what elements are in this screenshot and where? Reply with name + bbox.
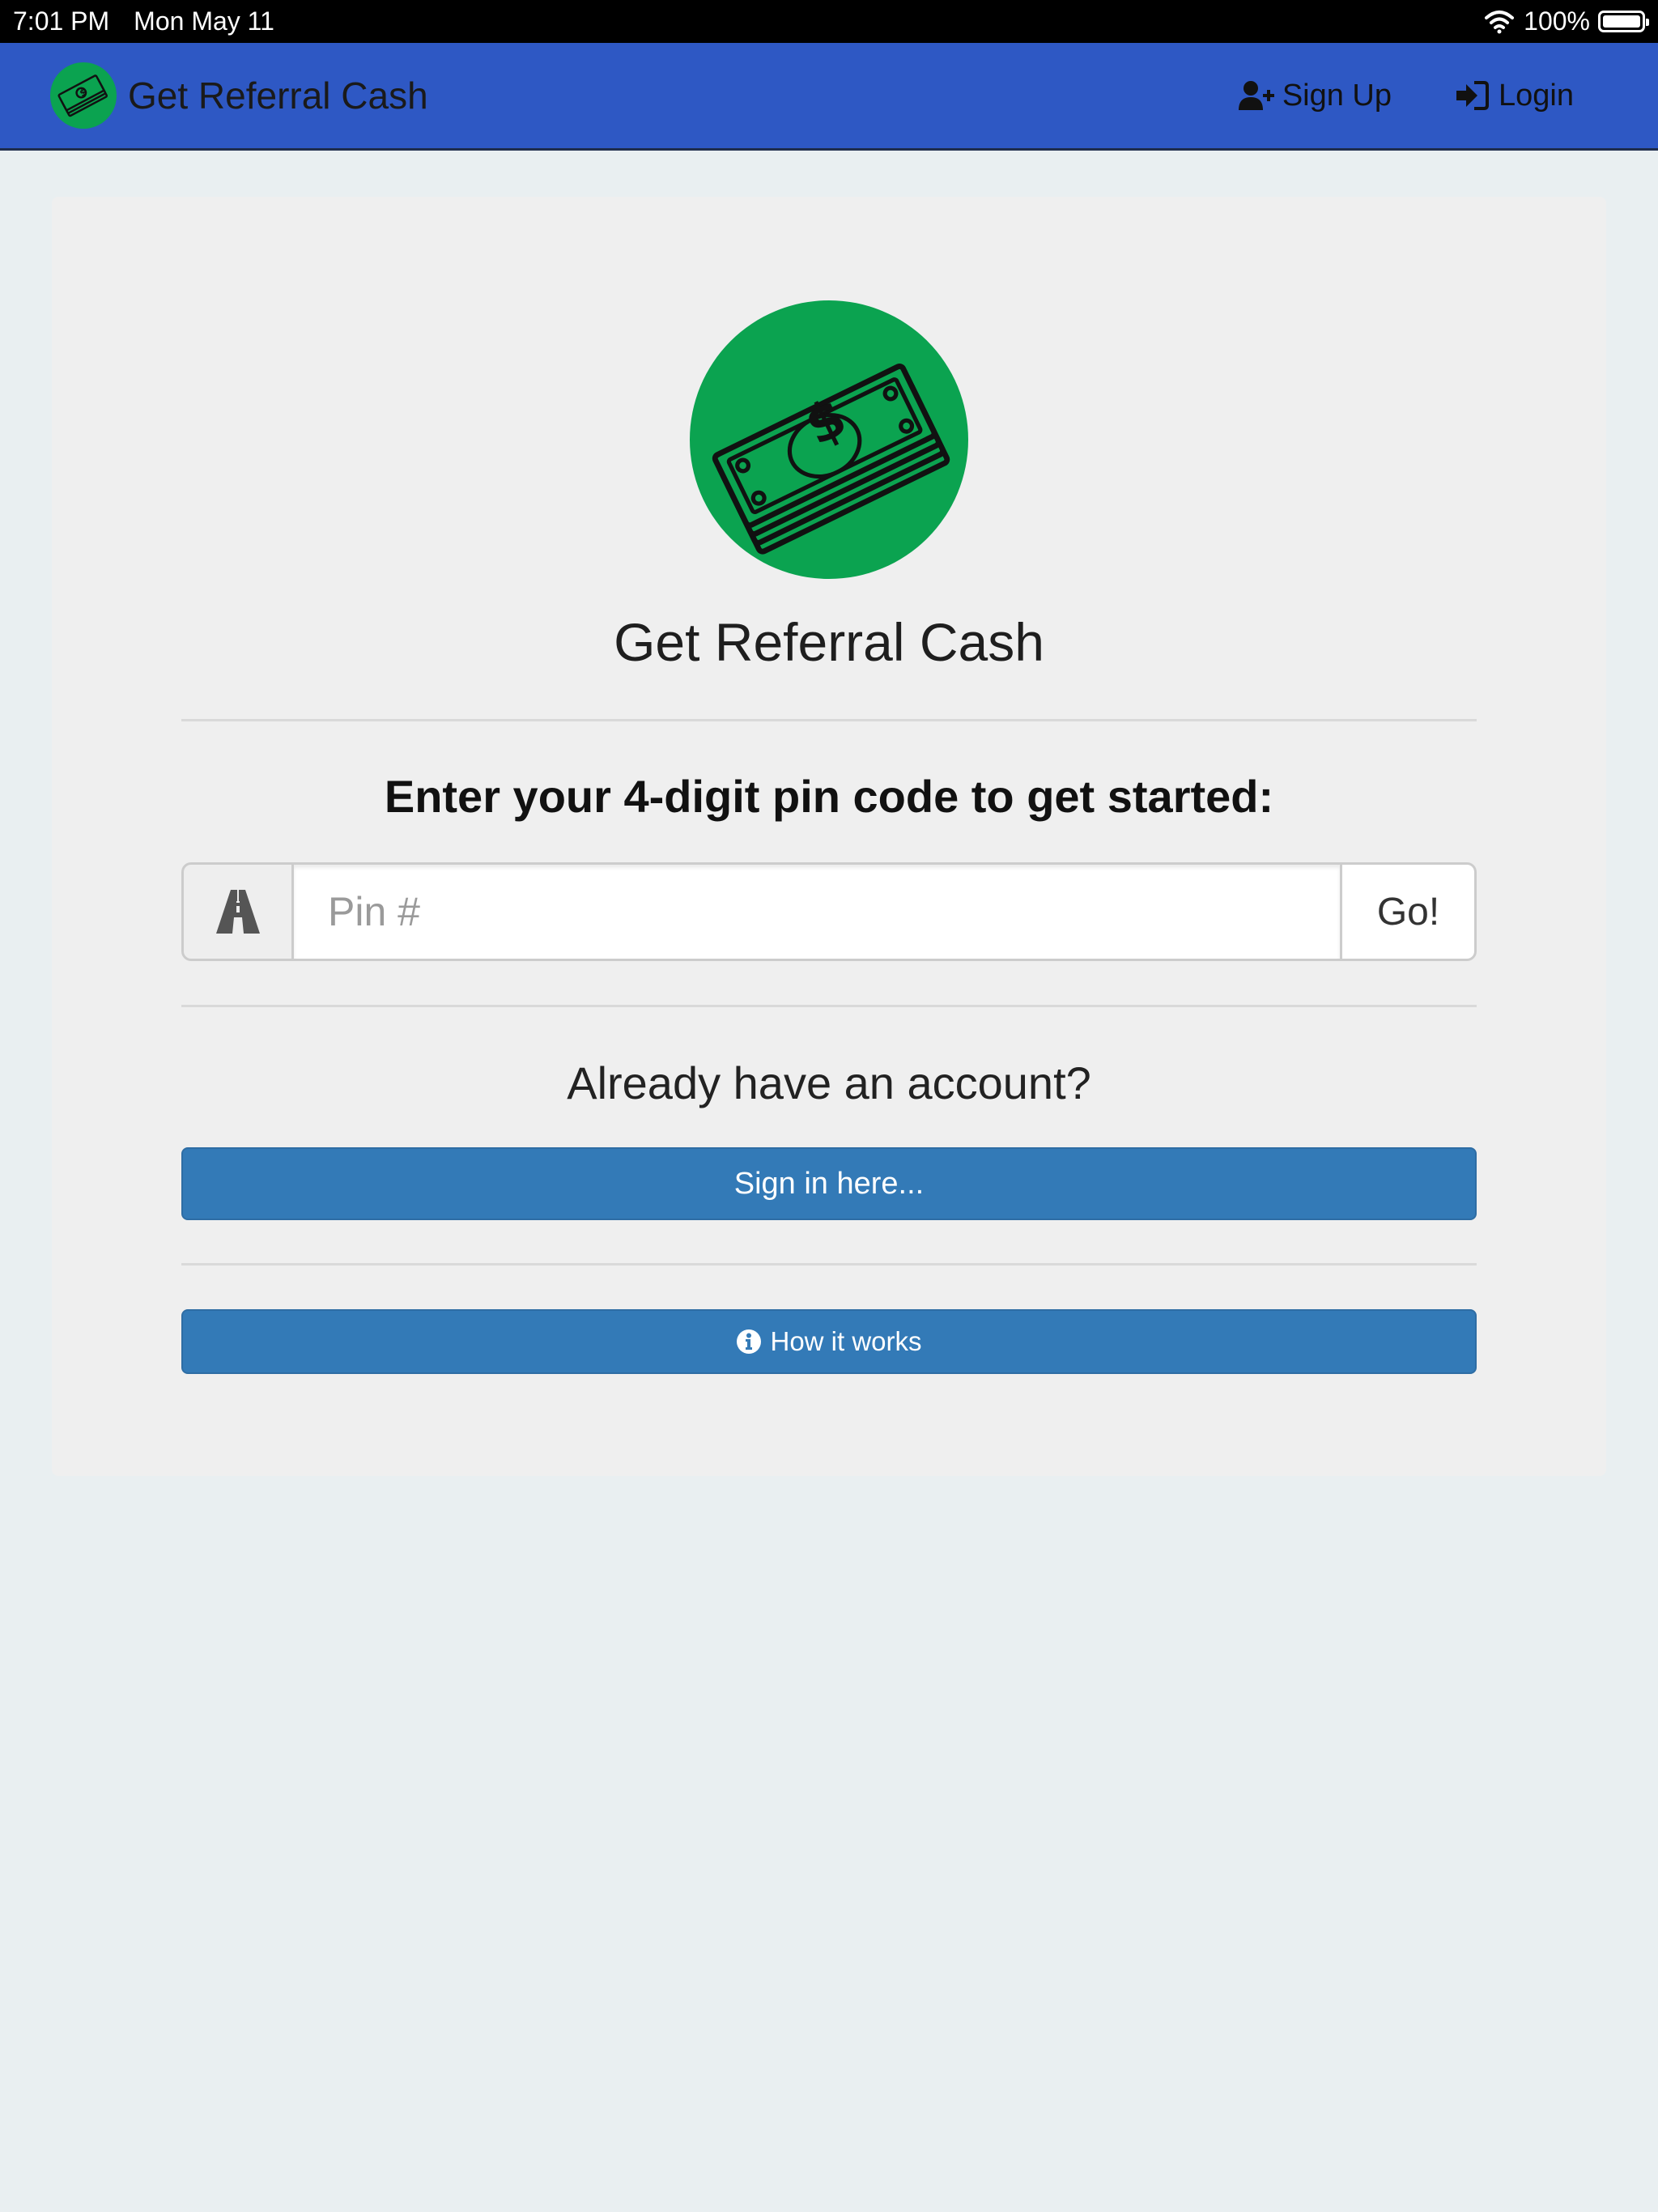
status-right: 100% (1483, 6, 1649, 36)
sign-in-button[interactable]: Sign in here... (181, 1147, 1477, 1220)
signup-link[interactable]: Sign Up (1238, 78, 1392, 113)
signup-label: Sign Up (1282, 78, 1392, 113)
go-button[interactable]: Go! (1342, 862, 1477, 961)
user-plus-icon (1238, 81, 1274, 110)
road-icon (215, 890, 260, 934)
nav-links: Sign Up Login (1238, 78, 1574, 113)
pin-input-group: Go! (181, 862, 1477, 961)
money-logo-icon: $ (50, 62, 117, 129)
divider (181, 1005, 1477, 1007)
navbar-brand[interactable]: $ Get Referral Cash (50, 62, 428, 129)
navbar: $ Get Referral Cash Sign Up Login (0, 43, 1658, 151)
page-title: Get Referral Cash (614, 612, 1044, 672)
brand-label: Get Referral Cash (128, 74, 428, 117)
pin-prompt: Enter your 4-digit pin code to get start… (384, 771, 1274, 822)
how-it-works-label: How it works (770, 1326, 922, 1356)
battery-icon (1598, 11, 1649, 32)
how-it-works-button[interactable]: How it works (181, 1309, 1477, 1374)
main-panel: $ Get Referral Cash Enter your 4-digit p… (52, 197, 1606, 1476)
wifi-icon (1485, 10, 1515, 33)
divider (181, 719, 1477, 721)
money-logo-icon: $ (690, 300, 968, 579)
login-link[interactable]: Login (1455, 79, 1574, 113)
pin-input[interactable] (291, 862, 1342, 961)
sign-in-label: Sign in here... (733, 1166, 925, 1201)
login-label: Login (1499, 78, 1574, 113)
battery-fill (1603, 15, 1640, 28)
status-date: Mon May 11 (134, 6, 274, 36)
sign-in-icon (1456, 81, 1490, 110)
pin-addon (181, 862, 291, 961)
battery-percent: 100% (1524, 6, 1590, 36)
status-bar: 7:01 PM Mon May 11 100% (0, 0, 1658, 43)
info-circle-icon (737, 1329, 762, 1354)
account-question: Already have an account? (567, 1057, 1091, 1108)
divider (181, 1263, 1477, 1266)
status-time: 7:01 PM (13, 6, 110, 36)
